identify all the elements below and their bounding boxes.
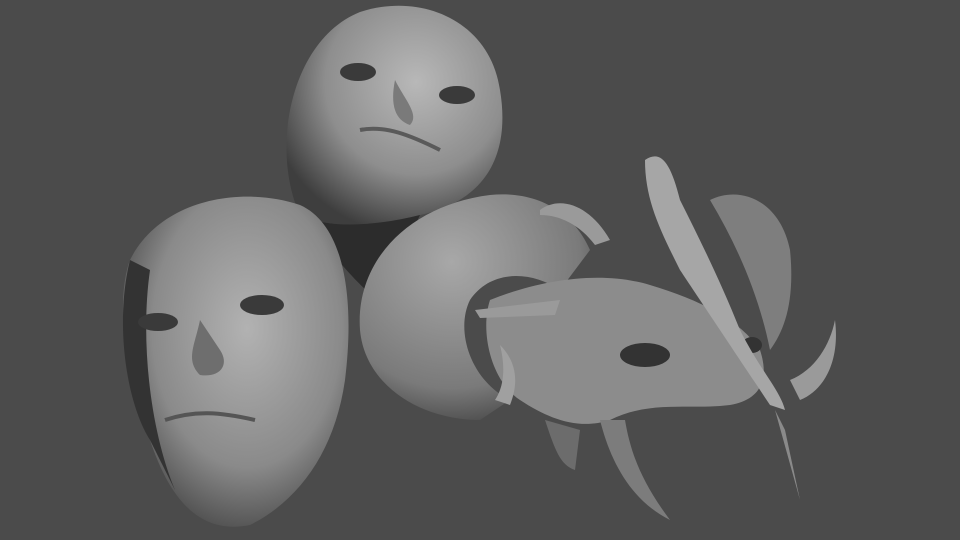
render-canvas — [0, 0, 960, 540]
eye-hole — [439, 86, 475, 104]
eye-hole — [340, 63, 376, 81]
eye-hole — [620, 343, 670, 367]
eye-hole — [240, 295, 284, 315]
eye-hole — [138, 313, 178, 331]
